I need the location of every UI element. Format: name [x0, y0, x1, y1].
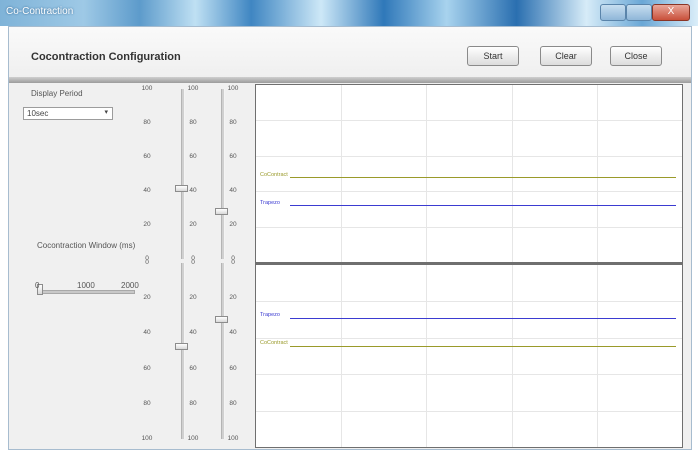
- slider-tick-top-0-100: 100: [141, 85, 153, 92]
- main-window: Cocontraction Configuration Start Clear …: [8, 26, 692, 450]
- plot-separator: [256, 262, 682, 265]
- page-title: Cocontraction Configuration: [31, 51, 181, 63]
- slider-tick-bottom-2-40: 40: [229, 329, 237, 337]
- top-series-label-trapezo: Trapezo: [260, 200, 280, 206]
- chevron-down-icon: ▾: [104, 109, 108, 116]
- slider-tick-bottom-0-20: 20: [143, 294, 151, 302]
- slider1-bottom-track[interactable]: [181, 263, 185, 439]
- header-bar: Cocontraction Configuration Start Clear …: [9, 27, 691, 78]
- top-series-label-cocontract: CoContract: [260, 172, 288, 178]
- slider-tick-bottom-2-0: 0: [231, 259, 235, 266]
- window-tick-0: 0: [35, 281, 40, 290]
- bottom-series-label-trapezo: Trapezo: [260, 312, 280, 318]
- slider-tick-bottom-1-60: 60: [189, 364, 197, 372]
- slider-tick-bottom-0-0: 0: [145, 259, 149, 266]
- window-title: Co-Contraction: [6, 6, 74, 17]
- window-tick-1000: 1000: [77, 281, 95, 290]
- bottom-series-line-trapezo: [290, 318, 676, 319]
- window-titlebar: Co-Contraction X: [0, 0, 698, 26]
- slider-tick-bottom-2-20: 20: [229, 294, 237, 302]
- slider-tick-bottom-1-80: 80: [189, 399, 197, 407]
- cocontraction-window-label: Cocontraction Window (ms): [37, 241, 136, 250]
- top-series-line-trapezo: [290, 205, 676, 206]
- slider-tick-bottom-0-40: 40: [143, 329, 151, 337]
- bottom-series-line-cocontract: [290, 346, 676, 347]
- slider-tick-top-1-80: 80: [189, 119, 197, 126]
- slider-tick-bottom-1-0: 0: [191, 259, 195, 266]
- slider2-bottom-track[interactable]: [221, 263, 225, 439]
- slider-tick-bottom-2-60: 60: [229, 364, 237, 372]
- slider-tick-bottom-0-80: 80: [143, 399, 151, 407]
- slider-tick-top-2-40: 40: [229, 187, 237, 194]
- slider-tick-top-0-80: 80: [143, 119, 151, 126]
- slider-tick-bottom-0-60: 60: [143, 364, 151, 372]
- top-series-line-cocontract: [290, 177, 676, 178]
- slider1-top-track[interactable]: [181, 89, 185, 259]
- slider2-top-thumb[interactable]: [215, 208, 228, 216]
- display-period-value: 10sec: [27, 109, 49, 118]
- close-button[interactable]: Close: [610, 46, 662, 66]
- start-button[interactable]: Start: [467, 46, 519, 66]
- slider-tick-top-2-80: 80: [229, 119, 237, 126]
- slider2-top-track[interactable]: [221, 89, 225, 259]
- slider1-bottom-thumb[interactable]: [175, 342, 188, 350]
- plot-grid: [256, 85, 682, 447]
- display-period-select[interactable]: 10sec ▾: [23, 107, 113, 120]
- slider-tick-top-0-60: 60: [143, 153, 151, 160]
- emg-plot-area: CoContract Trapezo Trapezo CoContract: [255, 84, 683, 448]
- slider-tick-top-0-40: 40: [143, 187, 151, 194]
- slider-tick-bottom-0-100: 100: [141, 435, 153, 442]
- display-period-label: Display Period: [31, 89, 83, 98]
- slider-tick-top-1-100: 100: [187, 85, 199, 92]
- header-divider: [9, 77, 691, 83]
- close-window-button[interactable]: X: [652, 4, 690, 21]
- window-tick-2000: 2000: [121, 281, 139, 290]
- slider-tick-bottom-2-100: 100: [227, 435, 239, 442]
- slider-tick-top-1-60: 60: [189, 153, 197, 160]
- slider-tick-top-2-20: 20: [229, 221, 237, 228]
- cocontraction-window-slider-track[interactable]: [39, 290, 135, 294]
- slider-tick-top-0-20: 20: [143, 221, 151, 228]
- clear-button[interactable]: Clear: [540, 46, 592, 66]
- slider-tick-top-2-60: 60: [229, 153, 237, 160]
- slider-tick-top-2-100: 100: [227, 85, 239, 92]
- slider-tick-bottom-2-80: 80: [229, 399, 237, 407]
- minimize-button[interactable]: [600, 4, 626, 21]
- bottom-series-label-cocontract: CoContract: [260, 340, 288, 346]
- slider-tick-bottom-1-20: 20: [189, 294, 197, 302]
- slider-tick-bottom-1-40: 40: [189, 329, 197, 337]
- maximize-button[interactable]: [626, 4, 652, 21]
- slider-tick-bottom-1-100: 100: [187, 435, 199, 442]
- slider2-bottom-thumb[interactable]: [215, 316, 228, 324]
- slider1-top-thumb[interactable]: [175, 184, 188, 192]
- slider-tick-top-1-20: 20: [189, 221, 197, 228]
